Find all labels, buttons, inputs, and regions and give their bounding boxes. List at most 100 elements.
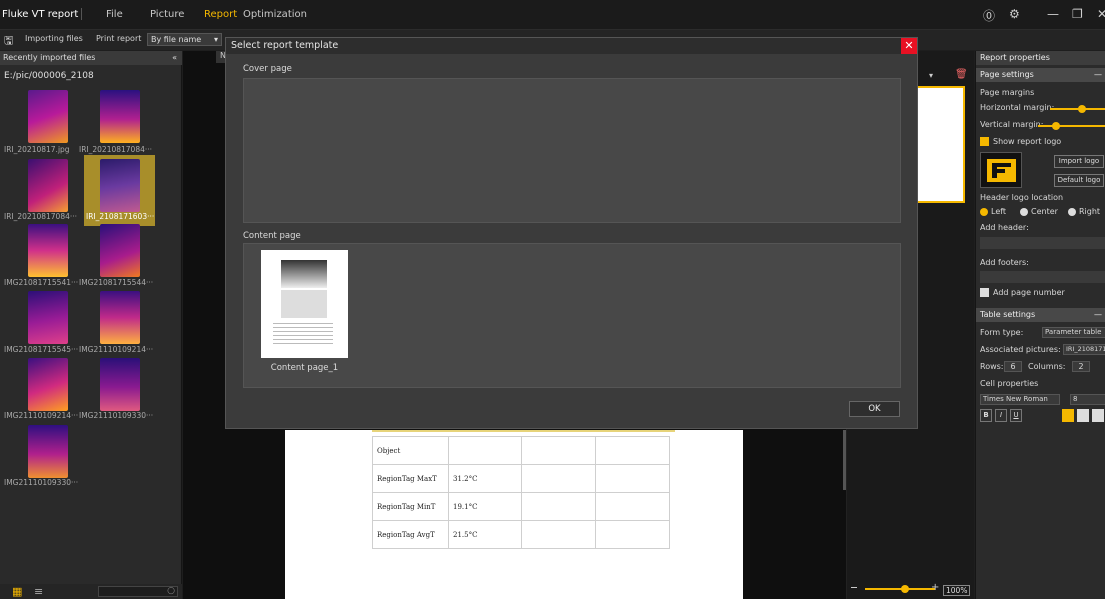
form-type-value: Parameter table xyxy=(1045,328,1102,336)
table-cell[interactable] xyxy=(595,492,670,521)
zoom-out-icon[interactable] xyxy=(851,587,857,588)
bold-button[interactable]: B xyxy=(980,409,992,422)
parameter-table[interactable]: Object RegionTag MaxT 31.2°C RegionTag Mi… xyxy=(372,436,670,549)
columns-stepper[interactable]: 2 xyxy=(1072,361,1090,372)
close-icon[interactable]: ✕ xyxy=(901,38,917,54)
zoom-slider[interactable] xyxy=(865,588,935,590)
thumbnail-label: IMG21110109214··· xyxy=(79,345,154,354)
underline-button[interactable]: U xyxy=(1010,409,1022,422)
menu-picture[interactable]: Picture xyxy=(150,9,184,20)
table-cell[interactable]: 31.2°C xyxy=(448,464,522,493)
associated-pictures-select[interactable]: IRI_2108171 xyxy=(1063,344,1105,355)
chevron-down-icon[interactable]: ▾ xyxy=(929,71,933,80)
vertical-margin-slider[interactable] xyxy=(1038,125,1105,127)
thumbnail-label: IMG21081715545··· xyxy=(4,345,79,354)
table-cell[interactable] xyxy=(448,436,522,465)
thumbnail[interactable] xyxy=(28,291,68,344)
page-number-checkbox[interactable] xyxy=(980,288,989,297)
default-logo-button[interactable]: Default logo xyxy=(1054,174,1104,187)
vertical-margin-knob[interactable] xyxy=(1052,122,1060,130)
select-template-dialog: Select report template ✕ Cover page Cont… xyxy=(225,37,918,429)
font-size-select[interactable]: 8 xyxy=(1070,394,1105,405)
menu-report[interactable]: Report xyxy=(204,9,237,20)
thumbnail[interactable] xyxy=(100,358,140,411)
table-settings-header[interactable]: Table settings — xyxy=(976,308,1105,322)
table-cell[interactable]: 19.1°C xyxy=(448,492,522,521)
table-cell[interactable]: Object xyxy=(372,436,449,465)
thumbnail[interactable] xyxy=(28,90,68,143)
list-view-icon[interactable]: ≡ xyxy=(34,585,43,598)
template-image-gradient xyxy=(281,260,327,288)
zoom-in-icon[interactable]: + xyxy=(931,582,939,593)
template-table-preview xyxy=(273,323,333,345)
thumbnail[interactable] xyxy=(28,159,68,212)
rows-label: Rows: xyxy=(980,362,1004,371)
thumbnail[interactable] xyxy=(28,425,68,478)
template-card[interactable] xyxy=(261,250,348,358)
table-cell[interactable] xyxy=(595,436,670,465)
thumbnail[interactable] xyxy=(28,358,68,411)
thumbnail[interactable] xyxy=(100,224,140,277)
table-cell[interactable] xyxy=(595,464,670,493)
radio-left[interactable] xyxy=(980,208,988,216)
thumbnail[interactable] xyxy=(100,159,140,212)
settings-icon[interactable]: ⚙ xyxy=(1009,7,1020,21)
table-cell[interactable]: 21.5°C xyxy=(448,520,522,549)
page-settings-label: Page settings xyxy=(980,70,1034,79)
horizontal-margin-knob[interactable] xyxy=(1078,105,1086,113)
table-cell[interactable] xyxy=(521,464,596,493)
align-right-icon[interactable] xyxy=(1092,409,1104,422)
close-window-icon[interactable]: ✕ xyxy=(1097,7,1105,21)
menu-file[interactable]: File xyxy=(106,9,123,20)
table-cell[interactable] xyxy=(521,492,596,521)
add-header-label: Add header: xyxy=(980,223,1029,232)
table-cell[interactable]: RegionTag AvgT xyxy=(372,520,449,549)
delete-icon[interactable]: 🗑 xyxy=(955,69,968,80)
search-input[interactable]: ○ xyxy=(98,586,178,597)
help-icon[interactable]: ⓪ xyxy=(983,7,995,24)
table-cell[interactable] xyxy=(521,436,596,465)
table-cell[interactable] xyxy=(595,520,670,549)
radio-right[interactable] xyxy=(1068,208,1076,216)
ok-button[interactable]: OK xyxy=(849,401,900,417)
align-center-icon[interactable] xyxy=(1077,409,1089,422)
thumbnail[interactable] xyxy=(100,291,140,344)
header-input[interactable] xyxy=(980,237,1105,249)
show-logo-checkbox[interactable] xyxy=(980,137,989,146)
radio-left-label: Left xyxy=(991,207,1007,216)
radio-center[interactable] xyxy=(1020,208,1028,216)
collapse-icon[interactable]: — xyxy=(1094,308,1102,322)
title-bar: Fluke VT report File Picture Report Opti… xyxy=(0,0,1105,30)
properties-panel: Report properties Page settings — Page ma… xyxy=(975,51,1105,599)
sort-dropdown[interactable]: By file name ▾ xyxy=(147,33,222,46)
minimize-icon[interactable]: — xyxy=(1047,7,1059,21)
italic-button[interactable]: I xyxy=(995,409,1007,422)
collapse-icon[interactable]: « xyxy=(172,51,177,65)
page-margins-label: Page margins xyxy=(980,88,1035,97)
import-logo-button[interactable]: Import logo xyxy=(1054,155,1104,168)
cover-page-area[interactable] xyxy=(243,78,901,223)
align-left-icon[interactable] xyxy=(1062,409,1074,422)
form-type-select[interactable]: Parameter table xyxy=(1042,327,1105,338)
save-icon[interactable]: 🖫 xyxy=(4,32,13,51)
table-cell[interactable]: RegionTag MaxT xyxy=(372,464,449,493)
search-icon: ○ xyxy=(167,586,175,596)
importing-files-button[interactable]: Importing files xyxy=(25,34,83,43)
thumbnail[interactable] xyxy=(28,224,68,277)
table-cell[interactable]: RegionTag MinT xyxy=(372,492,449,521)
font-select[interactable]: Times New Roman xyxy=(980,394,1060,405)
thumbnail[interactable] xyxy=(100,90,140,143)
restore-icon[interactable]: ❐ xyxy=(1072,7,1083,21)
page-settings-header[interactable]: Page settings — xyxy=(976,68,1105,82)
footer-input[interactable] xyxy=(980,271,1105,283)
table-cell[interactable] xyxy=(521,520,596,549)
page-thumbnail[interactable] xyxy=(915,86,965,203)
print-report-button[interactable]: Print report xyxy=(96,34,141,43)
collapse-icon[interactable]: — xyxy=(1094,68,1102,82)
rows-stepper[interactable]: 6 xyxy=(1004,361,1022,372)
zoom-level[interactable]: 100% xyxy=(943,585,971,596)
menu-optimization[interactable]: Optimization xyxy=(243,9,307,20)
grid-view-icon[interactable]: ▦ xyxy=(12,585,22,598)
thumbnail-label: IRI_20210817084··· xyxy=(4,212,78,221)
zoom-slider-knob[interactable] xyxy=(901,585,909,593)
